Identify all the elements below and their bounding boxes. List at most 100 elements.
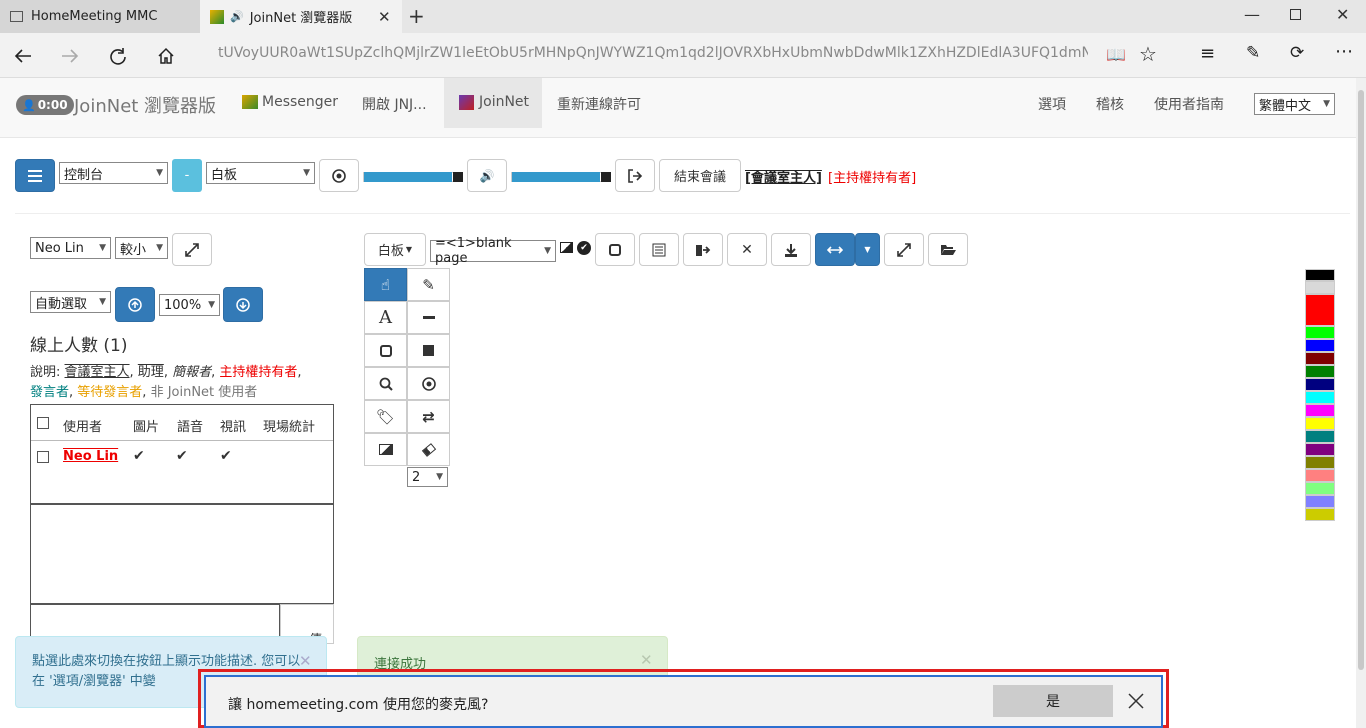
speaker-button[interactable]: 🔊 (467, 159, 507, 192)
home-button[interactable] (151, 41, 181, 71)
chat-log[interactable] (30, 504, 334, 604)
color-swatch[interactable] (1305, 495, 1335, 508)
browser-tab-homemeeting[interactable]: HomeMeeting MMC (0, 0, 200, 33)
reading-view-icon[interactable]: 📖 (1106, 45, 1126, 64)
nav-open-jnj[interactable]: 開啟 JNJ... (362, 94, 427, 114)
laser-tool[interactable] (407, 367, 450, 400)
hub-icon[interactable]: ≡ (1200, 43, 1215, 64)
favorite-star-icon[interactable]: ☆ (1139, 42, 1157, 66)
nav-joinnet[interactable]: JoinNet (479, 94, 529, 110)
forward-button[interactable] (55, 41, 85, 71)
console-select[interactable]: 控制台 ▼ (59, 162, 168, 184)
color-swatch[interactable] (1305, 378, 1335, 391)
share-icon[interactable]: ⟳ (1290, 43, 1304, 63)
scrollbar-thumb[interactable] (1358, 90, 1364, 670)
page-select[interactable]: =<1>blank page ▼ (430, 236, 556, 266)
fit-width-button[interactable] (815, 233, 855, 266)
home-icon (158, 47, 174, 64)
collapse-button[interactable]: - (172, 159, 202, 192)
image-tool[interactable] (364, 433, 407, 466)
color-swatch[interactable] (1305, 281, 1335, 294)
color-swatch[interactable] (1305, 508, 1335, 521)
whiteboard-select[interactable]: 白板 ▼ (206, 162, 315, 184)
mic-level-bar[interactable] (363, 172, 463, 182)
close-tab-icon[interactable]: ✕ (378, 8, 391, 26)
allow-button[interactable]: 是 (993, 685, 1113, 717)
language-select[interactable]: 繁體中文 ▼ (1254, 93, 1335, 115)
download-button[interactable] (771, 233, 811, 266)
scroll-down-button[interactable] (223, 287, 263, 322)
whiteboard-menu-button[interactable]: 白板 ▼ (364, 233, 426, 266)
color-swatch[interactable] (1305, 365, 1335, 378)
rectangle-outline-tool[interactable] (364, 334, 407, 367)
end-meeting-button[interactable]: 結束會議 (659, 159, 741, 192)
color-swatch[interactable] (1305, 404, 1335, 417)
color-swatch[interactable] (1305, 326, 1335, 339)
web-note-icon[interactable]: ✎ (1246, 43, 1260, 63)
color-swatch[interactable] (1305, 482, 1335, 495)
pen-tool[interactable]: ✎ (407, 268, 450, 301)
zoom-tool[interactable] (364, 367, 407, 400)
row-checkbox[interactable] (37, 451, 49, 463)
url-field[interactable]: tUVoyUUR0aWt1SUpZclhQMjlrZW1leEtObU5rMHN… (218, 45, 1088, 61)
speaker-level-bar[interactable] (511, 172, 611, 182)
more-icon[interactable]: ⋯ (1335, 41, 1353, 62)
line-tool[interactable] (407, 301, 450, 334)
page-list-button[interactable] (639, 233, 679, 266)
color-swatch[interactable] (1305, 443, 1335, 456)
select-all-checkbox[interactable] (37, 417, 49, 429)
eraser-tool[interactable] (407, 433, 450, 466)
text-tool[interactable]: A (364, 301, 407, 334)
color-swatch[interactable] (1305, 469, 1335, 482)
pointer-tool[interactable]: ☝ (364, 268, 407, 301)
chevron-down-icon: ▼ (303, 168, 310, 178)
send-page-button[interactable] (683, 233, 723, 266)
scroll-up-button[interactable] (115, 287, 155, 322)
transform-tool[interactable]: ⇄ (407, 400, 450, 433)
close-icon[interactable] (1128, 693, 1144, 709)
close-icon[interactable]: ✕ (640, 651, 653, 669)
nav-audit[interactable]: 稽核 (1096, 94, 1124, 114)
browser-tab-joinnet[interactable]: 🔊 JoinNet 瀏覽器版 ✕ (200, 0, 402, 33)
fullscreen-button[interactable] (884, 233, 924, 266)
expand-video-button[interactable] (172, 233, 212, 266)
auto-select[interactable]: 自動選取 ▼ (30, 291, 111, 313)
zoom-select[interactable]: 100% ▼ (159, 294, 220, 316)
refresh-button[interactable] (103, 41, 133, 71)
open-folder-button[interactable] (928, 233, 968, 266)
close-icon[interactable]: ✕ (299, 651, 312, 671)
restore-button[interactable] (1290, 9, 1301, 20)
color-swatch[interactable] (1305, 391, 1335, 404)
color-swatch[interactable] (1305, 456, 1335, 469)
blank-page-button[interactable] (595, 233, 635, 266)
menu-button[interactable] (15, 159, 55, 192)
nav-reconnect[interactable]: 重新連線許可 (557, 94, 641, 114)
mic-level-handle[interactable] (453, 172, 463, 182)
nav-options[interactable]: 選項 (1038, 94, 1066, 114)
minimize-button[interactable]: — (1244, 5, 1260, 24)
color-swatch[interactable] (1305, 294, 1335, 326)
speaker-level-handle[interactable] (601, 172, 611, 182)
chevron-down-icon: ▼ (544, 246, 551, 256)
color-swatch[interactable] (1305, 430, 1335, 443)
user-name-link[interactable]: Neo Lin (63, 449, 118, 464)
delete-page-button[interactable]: ✕ (727, 233, 767, 266)
fit-dropdown-button[interactable]: ▼ (855, 233, 880, 266)
back-button[interactable] (8, 41, 38, 71)
tag-tool[interactable]: 🏷 (364, 400, 407, 433)
app-brand[interactable]: JoinNet 瀏覽器版 (74, 92, 216, 118)
record-button[interactable] (319, 159, 359, 192)
color-swatch[interactable] (1305, 269, 1335, 281)
size-select[interactable]: 較小 ▼ (115, 237, 168, 259)
pen-width-select[interactable]: 2 ▼ (407, 467, 448, 487)
nav-user-guide[interactable]: 使用者指南 (1154, 94, 1224, 114)
rectangle-filled-tool[interactable] (407, 334, 450, 367)
color-swatch[interactable] (1305, 352, 1335, 365)
user-select[interactable]: Neo Lin ▼ (30, 237, 111, 259)
new-tab-button[interactable]: + (408, 4, 425, 28)
close-window-button[interactable]: ✕ (1336, 5, 1349, 24)
color-swatch[interactable] (1305, 339, 1335, 352)
exit-button[interactable] (615, 159, 655, 192)
color-swatch[interactable] (1305, 417, 1335, 430)
nav-messenger[interactable]: Messenger (262, 94, 338, 110)
